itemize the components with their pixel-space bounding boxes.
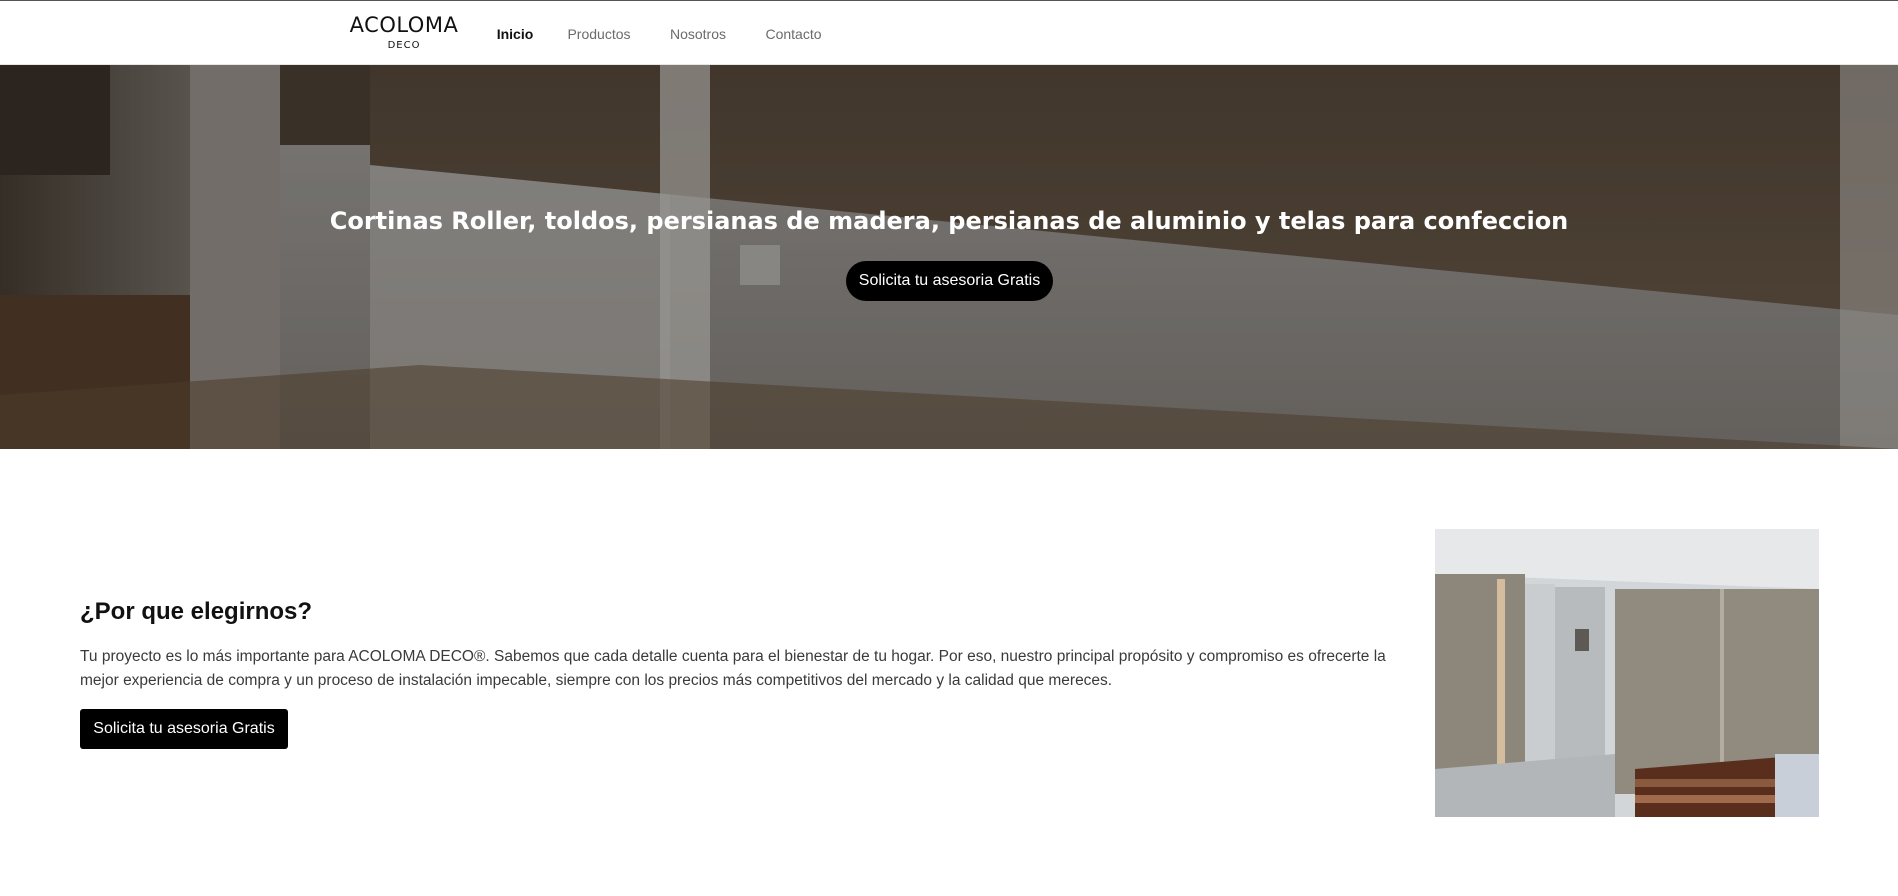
hero-cta-button[interactable]: Solicita tu asesoria Gratis [846, 261, 1053, 301]
room-photo [1435, 529, 1819, 817]
nav-item-inicio[interactable]: Inicio [494, 1, 536, 67]
nav-item-contacto[interactable]: Contacto [764, 1, 823, 66]
logo-wordmark: ACOLOMA [349, 13, 459, 37]
hero-title: Cortinas Roller, toldos, persianas de ma… [329, 207, 1569, 235]
about-title: ¿Por que elegirnos? [80, 598, 313, 625]
main-nav: Inicio Productos Nosotros Contacto [494, 1, 823, 67]
site-header: ACOLOMA DECO Inicio Productos Nosotros C… [0, 0, 1898, 67]
about-cta-button[interactable]: Solicita tu asesoria Gratis [80, 709, 288, 749]
room-photo-graphic [1435, 529, 1819, 817]
nav-item-nosotros[interactable]: Nosotros [668, 1, 728, 66]
hero-banner: Cortinas Roller, toldos, persianas de ma… [0, 65, 1898, 449]
about-text: Tu proyecto es lo más importante para AC… [80, 648, 1386, 689]
hero-overlay [0, 65, 1898, 449]
brand-logo[interactable]: ACOLOMA DECO [344, 13, 464, 53]
logo-subtitle: DECO [387, 40, 421, 51]
nav-item-productos[interactable]: Productos [566, 1, 632, 66]
